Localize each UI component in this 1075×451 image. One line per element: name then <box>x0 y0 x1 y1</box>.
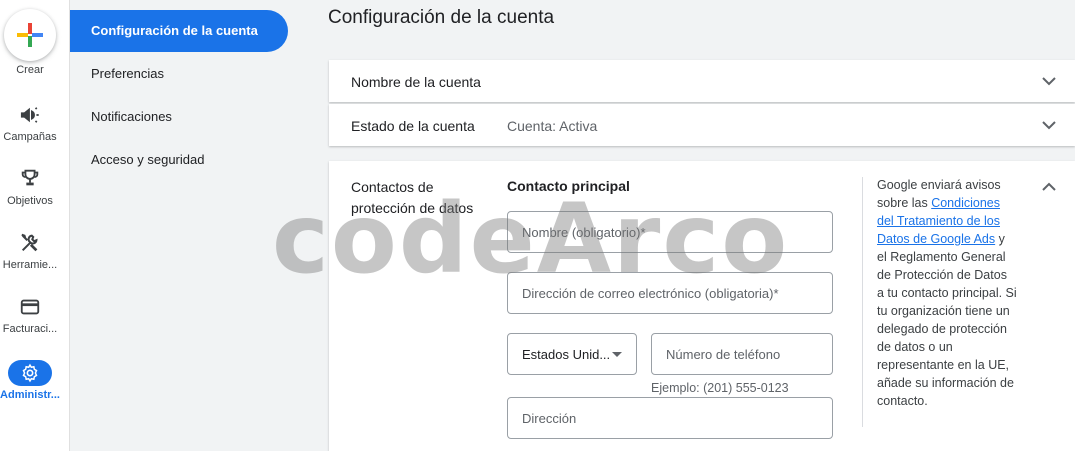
primary-contact-title: Contacto principal <box>507 178 630 194</box>
nav-item-access-security[interactable]: Acceso y seguridad <box>70 139 288 181</box>
settings-nav: Configuración de la cuenta Preferencias … <box>70 0 328 451</box>
nav-item-notifications[interactable]: Notificaciones <box>70 96 288 138</box>
left-rail: Crear Campañas Objetivos Herramie... Fac… <box>0 0 70 451</box>
name-field[interactable] <box>507 211 833 253</box>
rail-item-tools[interactable]: Herramie... <box>0 259 65 271</box>
name-input[interactable] <box>522 224 832 240</box>
credit-card-icon[interactable] <box>19 296 41 318</box>
phone-field[interactable] <box>651 333 833 375</box>
megaphone-icon[interactable] <box>19 104 41 126</box>
address-input[interactable] <box>522 410 832 426</box>
rail-item-admin[interactable]: Administr... <box>0 389 65 401</box>
gear-icon <box>22 363 38 383</box>
account-name-title: Nombre de la cuenta <box>351 74 481 90</box>
chevron-down-icon[interactable] <box>1041 117 1057 133</box>
create-label: Crear <box>16 64 44 76</box>
chevron-up-icon[interactable] <box>1041 179 1057 195</box>
page-title: Configuración de la cuenta <box>328 7 555 28</box>
country-value: Estados Unid... <box>522 346 611 362</box>
data-protection-panel: Contactos de protección de datos Contact… <box>329 161 1075 451</box>
tools-icon[interactable] <box>19 232 41 254</box>
info-text-post: y el Reglamento General de Protección de… <box>877 232 1017 408</box>
account-name-panel[interactable]: Nombre de la cuenta <box>329 60 1075 102</box>
trophy-icon[interactable] <box>19 167 41 189</box>
country-select[interactable]: Estados Unid... <box>507 333 637 375</box>
email-field[interactable] <box>507 272 833 314</box>
data-protection-title: Contactos de protección de datos <box>351 179 474 216</box>
dropdown-arrow-icon <box>612 352 622 357</box>
create-button[interactable] <box>4 9 56 61</box>
account-status-value: Cuenta: Activa <box>507 118 598 134</box>
rail-item-campaigns[interactable]: Campañas <box>0 131 65 143</box>
rail-item-billing[interactable]: Facturaci... <box>0 323 65 335</box>
email-input[interactable] <box>522 285 832 301</box>
admin-active-pill[interactable] <box>8 360 52 386</box>
nav-item-preferences[interactable]: Preferencias <box>70 53 288 95</box>
vertical-divider <box>862 177 863 427</box>
account-status-panel[interactable]: Estado de la cuenta Cuenta: Activa <box>329 104 1075 146</box>
plus-icon <box>17 23 43 47</box>
nav-item-account-settings[interactable]: Configuración de la cuenta <box>70 10 288 52</box>
account-status-title: Estado de la cuenta <box>351 118 475 134</box>
address-field[interactable] <box>507 397 833 439</box>
chevron-down-icon[interactable] <box>1041 73 1057 89</box>
phone-input[interactable] <box>666 346 832 362</box>
rail-item-goals[interactable]: Objetivos <box>0 195 65 207</box>
phone-hint: Ejemplo: (201) 555-0123 <box>651 381 789 395</box>
gdpr-info-text: Google enviará avisos sobre las Condicio… <box>877 176 1017 410</box>
